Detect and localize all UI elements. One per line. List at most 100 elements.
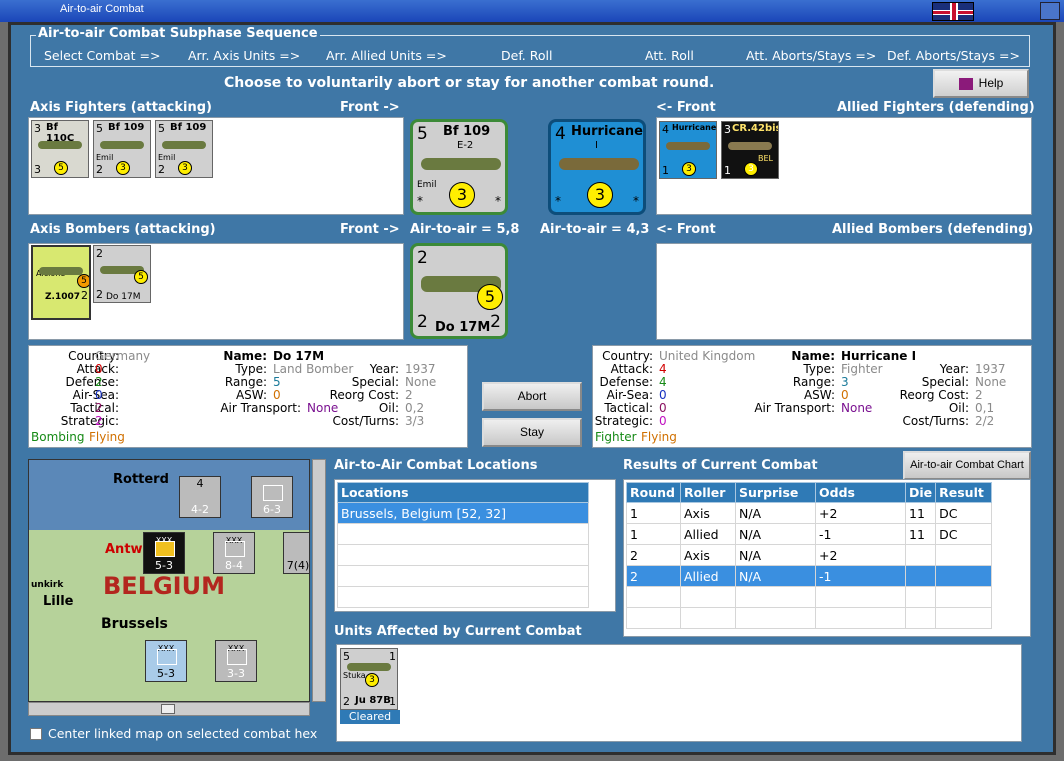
info-label: Defense:	[65, 375, 119, 389]
axis-tactical: 2	[95, 401, 103, 415]
axis-strategic: 2	[95, 414, 103, 428]
counter-range: 5	[134, 270, 148, 284]
infantry-icon	[263, 485, 283, 501]
result-row[interactable]	[626, 607, 993, 629]
info-label: Reorg Cost:	[329, 388, 399, 402]
counter-range: 3	[365, 673, 379, 687]
cell	[626, 586, 681, 608]
counter-defense: 2	[96, 288, 103, 301]
location-row[interactable]	[337, 565, 589, 587]
info-label: Tactical:	[604, 401, 653, 415]
map-vertical-scrollbar[interactable]	[312, 459, 326, 702]
book-icon	[958, 77, 973, 90]
infantry-icon	[155, 541, 175, 557]
front-axis-bomber-counter[interactable]: 2 5 2 Do 17M 2	[410, 243, 508, 339]
counter-defense: 2	[158, 163, 165, 176]
counter-subname: Emil	[96, 153, 114, 162]
map-counter-7-4[interactable]: 7(4)	[283, 532, 309, 574]
map-horizontal-scrollbar[interactable]	[28, 702, 310, 716]
allied-fighters-heading: Allied Fighters (defending)	[837, 100, 1035, 115]
counter-attack: 5	[158, 122, 165, 135]
counter-range: 5	[54, 161, 68, 175]
unit-counter-cr42bis[interactable]: 3 CR.42bis BEL 1 3	[721, 121, 779, 179]
counter-movement: 1	[389, 695, 396, 708]
help-button[interactable]: Help	[933, 69, 1029, 98]
location-row[interactable]: Brussels, Belgium [52, 32]	[337, 502, 589, 524]
air-combat-chart-button[interactable]: Air-to-air Combat Chart	[903, 451, 1031, 480]
front-allied-fighter-counter[interactable]: 4 Hurricane I 3 * *	[548, 119, 646, 215]
info-label: Air-Sea:	[606, 388, 653, 402]
unit-counter-alcione[interactable]: Alcione 2 Z.10075 2	[31, 245, 91, 320]
plane-icon	[728, 142, 772, 150]
map-label-lille: Lille	[43, 594, 74, 609]
counter-name: Ju 87B	[355, 695, 391, 706]
cell: N/A	[735, 523, 816, 545]
plane-icon	[421, 158, 501, 170]
stay-button[interactable]: Stay	[482, 418, 582, 447]
seq-step-att-aborts: Att. Aborts/Stays =>	[746, 48, 877, 63]
locations-table: Locations Brussels, Belgium [52, 32]	[337, 482, 589, 608]
col-odds: Odds	[815, 482, 906, 503]
result-row[interactable]: 2 Axis N/A +2	[626, 544, 993, 566]
cell: N/A	[735, 544, 816, 566]
location-row[interactable]	[337, 523, 589, 545]
cell: -1	[815, 565, 906, 587]
allied-bombers-box[interactable]	[656, 243, 1032, 340]
sequence-title: Air-to-air Combat Subphase Sequence	[36, 26, 320, 41]
location-row[interactable]	[337, 544, 589, 566]
front-axis-fighter-counter[interactable]: 5 Bf 109 E-2 Emil 3 * *	[410, 119, 508, 215]
axis-bomber-front-label: Front ->	[340, 222, 400, 237]
unit-counter-do17m[interactable]: 2 5 2 Do 17M	[93, 245, 151, 303]
scroll-thumb[interactable]	[161, 704, 175, 714]
counter-top-right: 1	[389, 650, 396, 663]
abort-button[interactable]: Abort	[482, 382, 582, 411]
axis-air-transport: None	[307, 401, 339, 415]
seq-step-def-aborts: Def. Aborts/Stays =>	[887, 48, 1020, 63]
counter-defense: 1	[662, 164, 669, 177]
counter-defense: 2	[343, 695, 350, 708]
locations-list[interactable]: Locations Brussels, Belgium [52, 32]	[334, 479, 616, 612]
counter-subname: BEL	[758, 154, 773, 163]
result-row[interactable]: 2 Allied N/A -1	[626, 565, 993, 587]
allied-attack: 4	[659, 362, 667, 376]
result-row[interactable]: 1 Allied N/A -1 11 DC	[626, 523, 993, 545]
info-label: Name:	[791, 349, 835, 363]
unit-counter-ju87b[interactable]: 51 Stuka 3 2 Ju 87B 1	[340, 648, 398, 710]
allied-airsea: 0	[659, 388, 667, 402]
cell: -1	[815, 523, 906, 545]
result-row[interactable]	[626, 586, 993, 608]
info-label: Special:	[351, 375, 399, 389]
map-counter-6-3[interactable]: 6-3	[251, 476, 293, 518]
counter-attack: 5	[417, 124, 428, 144]
map-counter-8-4[interactable]: XXX 8-4	[213, 532, 255, 574]
info-label: ASW:	[235, 388, 267, 402]
counter-range: 5	[77, 274, 89, 288]
center-map-checkbox[interactable]	[30, 728, 42, 740]
map-counter-4-2[interactable]: 4 4-2	[179, 476, 221, 518]
unit-counter-bf109-a[interactable]: 5 Bf 109 Emil 2 3	[93, 120, 151, 178]
location-row[interactable]	[337, 586, 589, 608]
infantry-icon	[157, 649, 177, 665]
counter-attack: 4	[662, 123, 669, 136]
info-label: Year:	[369, 362, 399, 376]
map-label-dunkirk: unkirk	[31, 580, 64, 590]
axis-unit-name: Do 17M	[273, 349, 325, 363]
map-counter-value: 4-2	[191, 503, 209, 516]
map-counter-3-3[interactable]: XXX 3-3	[215, 640, 257, 682]
map-counter-5-3[interactable]: XXX 5-3	[145, 640, 187, 682]
linked-map[interactable]: Rotterd Antw BELGIUM Lille Brussels unki…	[28, 459, 310, 702]
affected-units-box[interactable]	[336, 644, 1022, 742]
unit-counter-bf109-b[interactable]: 5 Bf 109 Emil 2 3	[155, 120, 213, 178]
map-counter-5-3-bel[interactable]: XXX5-3	[143, 532, 185, 574]
axis-asw: 0	[273, 388, 281, 402]
close-icon[interactable]	[1040, 2, 1060, 20]
allied-year: 1937	[975, 362, 1006, 376]
cell: Allied	[680, 523, 736, 545]
axis-country: Germany	[95, 349, 151, 363]
cell	[815, 586, 906, 608]
unit-counter-bf110c[interactable]: 3 Bf 110C 35	[31, 120, 89, 178]
unit-counter-hurricane[interactable]: 4 Hurricane 13	[659, 121, 717, 179]
result-row[interactable]: 1 Axis N/A +2 11 DC	[626, 502, 993, 524]
seq-step-axis-units: Arr. Axis Units =>	[188, 48, 301, 63]
counter-star: *	[633, 194, 639, 208]
